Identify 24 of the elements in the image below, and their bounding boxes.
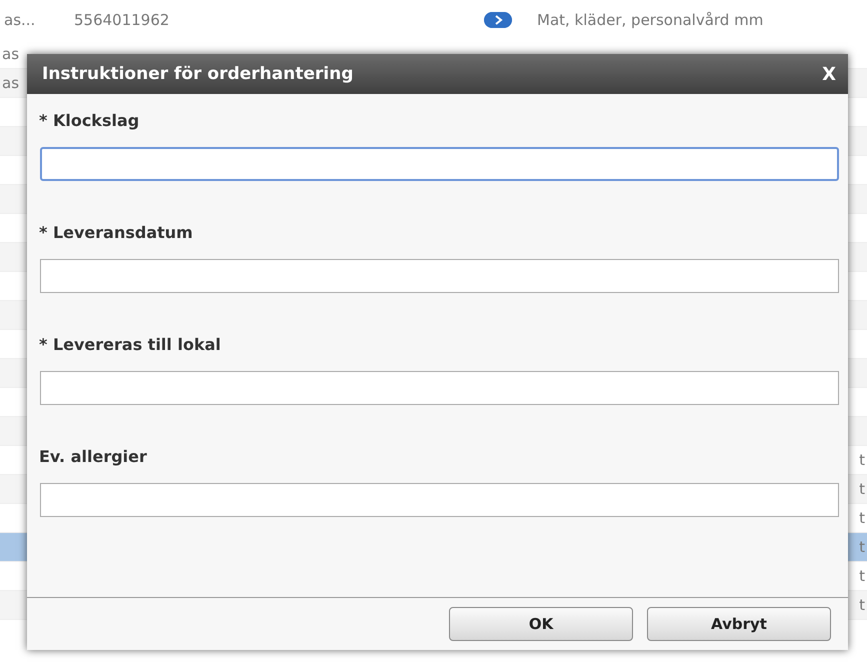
table-cell: t (859, 596, 865, 614)
field-label: * Klockslag (39, 110, 140, 132)
table-cell: t (859, 538, 865, 556)
table-cell: Mat, kläder, personalvård mm (537, 11, 764, 29)
table-cell: t (859, 509, 865, 527)
table-cell-text: 5564011962 (74, 11, 170, 29)
input-field[interactable] (40, 147, 839, 181)
table-cell: as (2, 45, 20, 63)
input-field[interactable] (40, 483, 839, 517)
table-cell: t (859, 451, 865, 469)
input-field[interactable] (40, 371, 839, 405)
input-field[interactable] (40, 259, 839, 293)
cancel-button[interactable]: Avbryt (647, 607, 831, 641)
dialog-title: Instruktioner för orderhantering (42, 64, 354, 84)
table-cell: t (859, 567, 865, 585)
field-label: * Levereras till lokal (39, 334, 222, 356)
table-cell-text: as... (3, 11, 36, 29)
ok-button[interactable]: OK (449, 607, 633, 641)
field-label: * Leveransdatum (39, 222, 194, 244)
field-label: Ev. allergier (39, 446, 148, 468)
chevron-badge-icon (484, 12, 512, 28)
table-cell: as (2, 74, 20, 92)
table-cell: t (859, 480, 865, 498)
close-button[interactable]: X (822, 64, 836, 84)
